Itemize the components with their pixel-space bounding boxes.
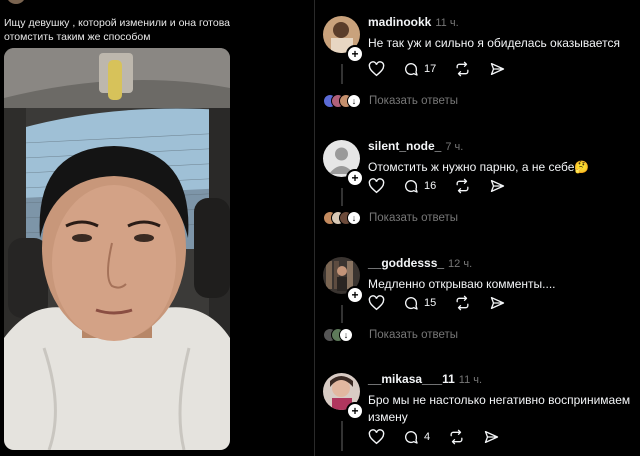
repost-icon <box>456 61 469 77</box>
reply-icon <box>405 180 418 193</box>
reply-button[interactable]: 16 <box>403 178 436 194</box>
heart-icon <box>368 295 385 311</box>
action-bar: 16 <box>368 176 524 196</box>
follow-plus-icon[interactable]: + <box>346 402 364 420</box>
reply-button[interactable]: 17 <box>403 61 436 77</box>
username[interactable]: silent_node_ <box>368 139 441 153</box>
repost-button[interactable] <box>448 429 465 445</box>
reply-button[interactable]: 4 <box>403 429 430 445</box>
timestamp: 11 ч. <box>435 17 459 29</box>
show-replies-label: Показать ответы <box>369 329 459 341</box>
share-button[interactable] <box>489 178 506 194</box>
comment-text: Отомстить ж нужно парню, а не себе🤔 <box>368 160 590 174</box>
share-icon <box>491 63 505 75</box>
reply-icon <box>405 431 418 444</box>
thread-line <box>341 421 343 451</box>
show-replies-link[interactable]: ↓ Показать ответы <box>323 210 458 226</box>
share-button[interactable] <box>489 61 506 77</box>
like-button[interactable] <box>368 178 385 194</box>
reply-icon <box>405 297 418 310</box>
username[interactable]: __goddesss_ <box>368 256 444 270</box>
repost-icon <box>456 178 469 194</box>
comments-list: + madinookk 11 ч. Не так уж и сильно я об… <box>315 0 640 456</box>
show-replies-link[interactable]: ↓ Показать ответы <box>323 93 458 109</box>
share-icon <box>491 180 505 192</box>
reply-count: 16 <box>424 180 437 192</box>
comment-text: Бро мы не настолько негативно воспринима… <box>368 393 631 424</box>
comment-text: Медленно открываю комменты.... <box>368 277 556 291</box>
post-pane: Ищу девушку , которой изменили и она гот… <box>0 0 240 456</box>
post-photo[interactable] <box>4 48 230 450</box>
download-arrow-icon: ↓ <box>347 211 361 225</box>
action-bar: 15 <box>368 293 524 313</box>
comment-header: __mikasa___11 11 ч. <box>368 371 482 388</box>
like-button[interactable] <box>368 295 385 311</box>
show-replies-link[interactable]: ↓ Показать ответы <box>323 327 458 343</box>
comment-header: silent_node_ 7 ч. <box>368 138 463 155</box>
timestamp: 11 ч. <box>458 374 483 386</box>
comment-header: madinookk 11 ч. <box>368 14 459 31</box>
thread-line <box>341 305 343 323</box>
repost-icon <box>456 295 469 311</box>
author-avatar[interactable] <box>6 0 26 4</box>
reply-count: 4 <box>424 431 431 443</box>
heart-icon <box>368 178 385 194</box>
share-icon <box>484 431 499 443</box>
reply-avatars: ↓ <box>323 211 363 225</box>
download-arrow-icon: ↓ <box>347 94 361 108</box>
follow-plus-icon[interactable]: + <box>346 169 364 187</box>
comment-header: __goddesss_ 12 ч. <box>368 255 472 272</box>
reply-button[interactable]: 15 <box>403 295 436 311</box>
repost-button[interactable] <box>454 61 471 77</box>
follow-plus-icon[interactable]: + <box>346 45 364 63</box>
username[interactable]: __mikasa___11 <box>368 372 455 386</box>
reply-icon <box>405 63 418 76</box>
thread-line <box>341 188 343 206</box>
reply-avatars: ↓ <box>323 94 363 108</box>
post-text: Ищу девушку , которой изменили и она гот… <box>4 17 231 43</box>
repost-button[interactable] <box>454 178 471 194</box>
username[interactable]: madinookk <box>368 15 431 29</box>
like-button[interactable] <box>368 429 385 445</box>
reply-count: 15 <box>424 297 437 309</box>
show-replies-label: Показать ответы <box>369 212 459 224</box>
reply-count: 17 <box>424 63 437 75</box>
thread-line <box>341 64 343 84</box>
heart-icon <box>368 61 385 77</box>
share-button[interactable] <box>489 295 506 311</box>
reply-avatars: ↓ <box>323 328 363 342</box>
repost-button[interactable] <box>454 295 471 311</box>
action-bar: 17 <box>368 59 524 79</box>
heart-icon <box>368 429 385 445</box>
show-replies-label: Показать ответы <box>369 95 459 107</box>
share-icon <box>491 297 505 309</box>
repost-icon <box>450 429 463 445</box>
timestamp: 12 ч. <box>448 258 473 270</box>
like-button[interactable] <box>368 61 385 77</box>
timestamp: 7 ч. <box>445 141 464 153</box>
download-arrow-icon: ↓ <box>339 328 353 342</box>
action-bar: 4 <box>368 427 518 447</box>
comment-text: Не так уж и сильно я обиделась оказывает… <box>368 36 620 50</box>
share-button[interactable] <box>483 429 500 445</box>
follow-plus-icon[interactable]: + <box>346 286 364 304</box>
